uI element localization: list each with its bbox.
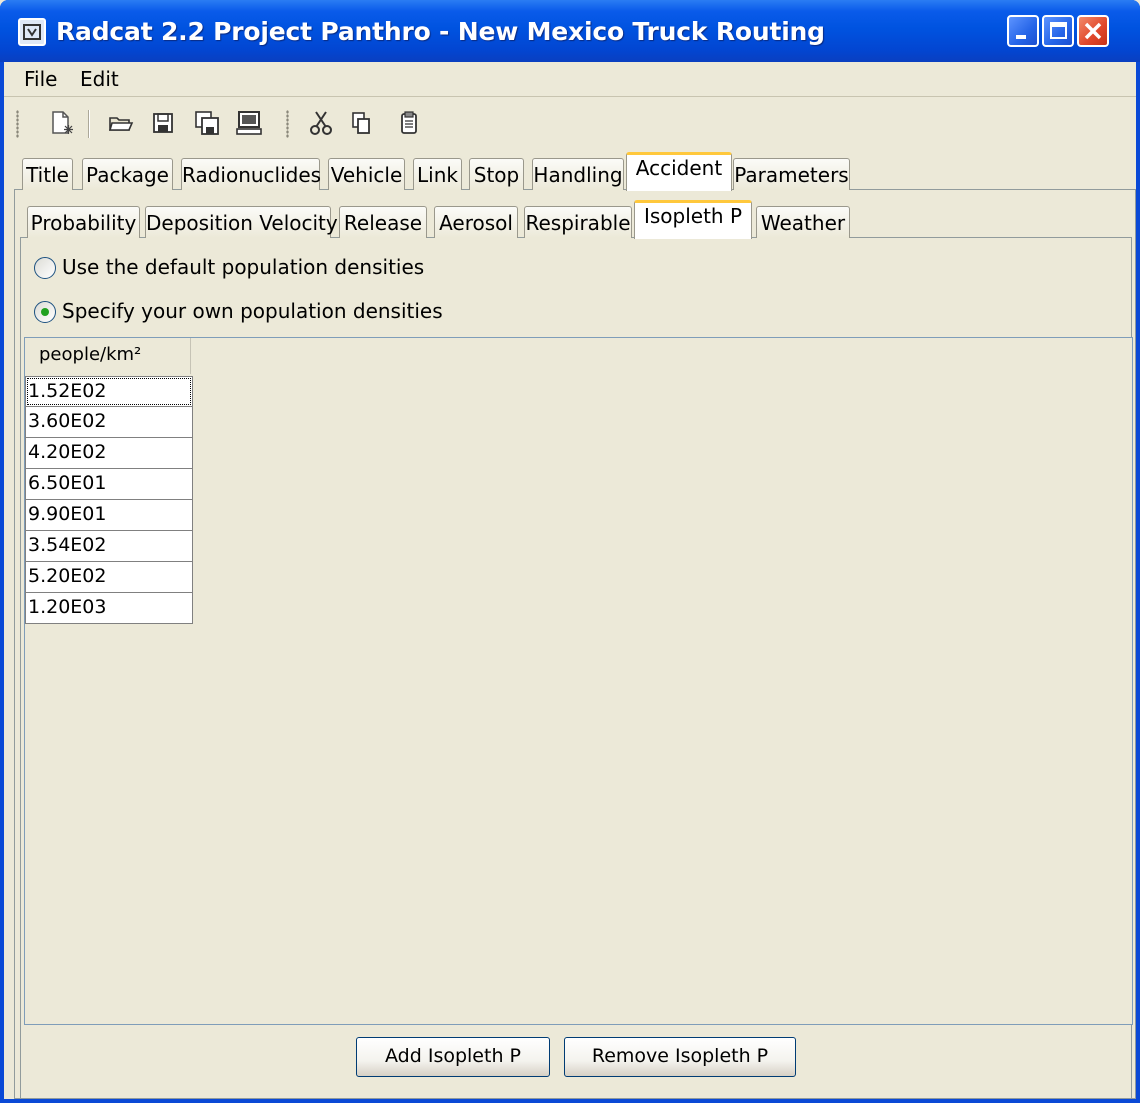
maximize-button[interactable] <box>1042 15 1074 47</box>
minimize-button[interactable] <box>1007 15 1039 47</box>
tab-vehicle[interactable]: Vehicle <box>328 158 405 190</box>
toolbar-grip[interactable] <box>16 110 19 138</box>
tab-weather[interactable]: Weather <box>756 206 850 238</box>
radio-default-label: Use the default population densities <box>62 255 425 279</box>
radio-button-checked[interactable] <box>34 301 56 323</box>
title-bar[interactable]: Radcat 2.2 Project Panthro - New Mexico … <box>0 0 1140 62</box>
table-cell[interactable]: 4.20E02 <box>25 438 193 469</box>
population-density-table-scrollpane[interactable]: people/km² 1.52E02 3.60E02 4.20E02 6.50E… <box>24 337 1133 1025</box>
table-cell[interactable]: 3.60E02 <box>25 407 193 438</box>
column-header-people-per-km2[interactable]: people/km² <box>25 338 191 374</box>
radio-selected-dot <box>41 308 49 316</box>
close-icon <box>1084 22 1102 40</box>
radio-button-unchecked[interactable] <box>34 257 56 279</box>
toolbar-grip[interactable] <box>286 110 289 138</box>
tab-probability[interactable]: Probability <box>27 206 140 238</box>
tab-radionuclides[interactable]: Radionuclides <box>181 158 321 190</box>
tab-link[interactable]: Link <box>413 158 462 190</box>
tab-isopleth-p[interactable]: Isopleth P <box>634 200 752 239</box>
menu-bar: File Edit <box>4 62 1136 97</box>
window-client-area: File Edit Title Package Radionuclides Ve… <box>4 62 1136 1099</box>
tab-release[interactable]: Release <box>339 206 427 238</box>
tab-deposition-velocity[interactable]: Deposition Velocity <box>145 206 338 238</box>
table-cell[interactable]: 6.50E01 <box>25 469 193 500</box>
cut-icon[interactable] <box>308 110 334 136</box>
computer-icon[interactable] <box>236 110 262 136</box>
remove-isopleth-button[interactable]: Remove Isopleth P <box>564 1037 796 1077</box>
paste-icon[interactable] <box>396 110 422 136</box>
radio-custom-label: Specify your own population densities <box>62 299 443 323</box>
tab-package[interactable]: Package <box>82 158 173 190</box>
table-cell[interactable]: 3.54E02 <box>25 531 193 562</box>
copy-icon[interactable] <box>348 110 374 136</box>
new-file-icon[interactable] <box>48 110 74 136</box>
toolbar-separator <box>88 110 90 138</box>
table-cell[interactable]: 1.20E03 <box>25 593 193 624</box>
tab-accident[interactable]: Accident <box>626 152 732 191</box>
tab-title[interactable]: Title <box>22 158 73 190</box>
save-all-icon[interactable] <box>194 110 220 136</box>
save-icon[interactable] <box>150 110 176 136</box>
radio-custom-densities[interactable]: Specify your own population densities <box>34 299 443 325</box>
window-title: Radcat 2.2 Project Panthro - New Mexico … <box>56 17 825 46</box>
open-folder-icon[interactable] <box>108 110 134 136</box>
radio-default-densities[interactable]: Use the default population densities <box>34 255 434 281</box>
menu-edit[interactable]: Edit <box>80 67 119 91</box>
tab-parameters[interactable]: Parameters <box>733 158 850 190</box>
maximize-icon <box>1050 22 1067 39</box>
tab-aerosol[interactable]: Aerosol <box>434 206 518 238</box>
close-button[interactable] <box>1077 15 1109 47</box>
toolbar <box>4 98 1136 148</box>
add-isopleth-button[interactable]: Add Isopleth P <box>356 1037 550 1077</box>
application-window: Radcat 2.2 Project Panthro - New Mexico … <box>0 0 1140 1103</box>
app-icon[interactable] <box>18 18 46 46</box>
minimize-icon <box>1016 35 1026 39</box>
menu-file[interactable]: File <box>24 67 57 91</box>
tab-handling[interactable]: Handling <box>532 158 624 190</box>
table-cell[interactable]: 9.90E01 <box>25 500 193 531</box>
tab-stop[interactable]: Stop <box>469 158 524 190</box>
table-cell[interactable]: 1.52E02 <box>25 376 193 407</box>
tab-respirable[interactable]: Respirable <box>524 206 632 238</box>
table-cell[interactable]: 5.20E02 <box>25 562 193 593</box>
population-density-table: 1.52E02 3.60E02 4.20E02 6.50E01 9.90E01 … <box>25 376 193 624</box>
